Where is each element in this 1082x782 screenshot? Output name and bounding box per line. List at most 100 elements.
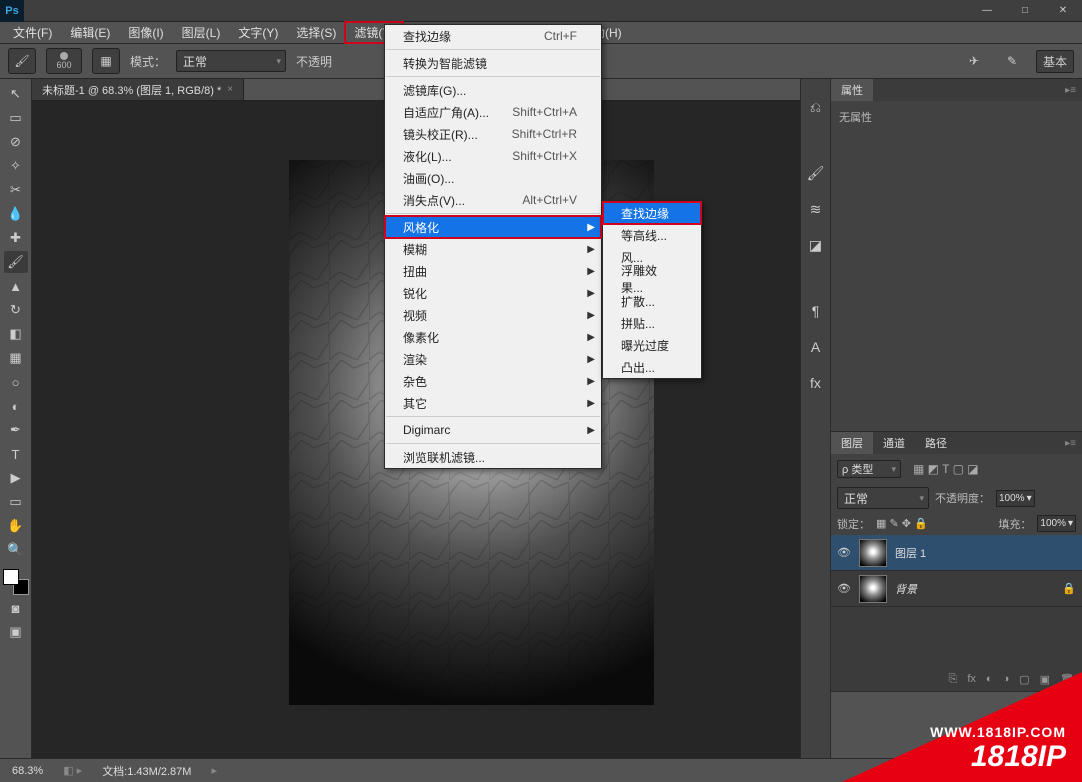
- brush-preset-picker[interactable]: 600: [46, 48, 82, 74]
- eyedropper-tool-icon[interactable]: 💧: [4, 203, 28, 225]
- shape-tool-icon[interactable]: ▭: [4, 491, 28, 513]
- filter-gallery[interactable]: 滤镜库(G)...: [385, 79, 601, 101]
- history-panel-icon[interactable]: ⎌: [806, 97, 826, 117]
- filter-distort[interactable]: 扭曲▶: [385, 260, 601, 282]
- layer-item-bg[interactable]: 👁 背景 🔒: [831, 571, 1082, 607]
- move-tool-icon[interactable]: ↖: [4, 83, 28, 105]
- ps-logo-icon: Ps: [0, 0, 24, 22]
- brush-settings-panel-icon[interactable]: ≋: [806, 199, 826, 219]
- tab-properties[interactable]: 属性: [831, 79, 873, 101]
- hand-tool-icon[interactable]: ✋: [4, 515, 28, 537]
- document-tab[interactable]: 未标题-1 @ 68.3% (图层 1, RGB/8) * ×: [32, 79, 244, 100]
- filter-liquify[interactable]: 液化(L)...Shift+Ctrl+X: [385, 145, 601, 167]
- layer-filter-select[interactable]: ρ 类型: [837, 460, 901, 478]
- filter-pixelate[interactable]: 像素化▶: [385, 326, 601, 348]
- menu-image[interactable]: 图像(I): [119, 22, 172, 43]
- zoom-value[interactable]: 68.3%: [12, 765, 43, 777]
- filter-oil[interactable]: 油画(O)...: [385, 167, 601, 189]
- lock-icon: 🔒: [1062, 582, 1076, 595]
- menu-edit[interactable]: 编辑(E): [61, 22, 119, 43]
- tab-layers[interactable]: 图层: [831, 432, 873, 454]
- stylize-diffuse[interactable]: 扩散...: [603, 290, 701, 312]
- filter-smart[interactable]: 转换为智能滤镜: [385, 52, 601, 74]
- screenmode-icon[interactable]: ▣: [4, 621, 28, 643]
- close-tab-icon[interactable]: ×: [227, 84, 233, 95]
- menu-file[interactable]: 文件(F): [4, 22, 61, 43]
- filter-lens[interactable]: 镜头校正(R)...Shift+Ctrl+R: [385, 123, 601, 145]
- tab-paths[interactable]: 路径: [915, 432, 957, 454]
- maximize-button[interactable]: □: [1006, 1, 1044, 21]
- brush-tool-icon-side[interactable]: 🖌: [4, 251, 28, 273]
- status-icons[interactable]: ◧ ▸: [63, 764, 82, 777]
- panel-menu-icon[interactable]: ▸≡: [1059, 438, 1082, 449]
- layer-blend-select[interactable]: 正常: [837, 487, 929, 509]
- gradient-tool-icon[interactable]: ▦: [4, 347, 28, 369]
- filter-video[interactable]: 视频▶: [385, 304, 601, 326]
- styles-panel-icon[interactable]: fx: [806, 373, 826, 393]
- menu-select[interactable]: 选择(S): [287, 22, 345, 43]
- visibility-icon[interactable]: 👁: [837, 582, 851, 595]
- filter-noise[interactable]: 杂色▶: [385, 370, 601, 392]
- close-button[interactable]: ✕: [1044, 1, 1082, 21]
- airbrush-icon[interactable]: ✈: [960, 48, 988, 74]
- workspace-switcher[interactable]: 基本: [1036, 50, 1074, 73]
- layer-thumb: [859, 575, 887, 603]
- stylize-emboss[interactable]: 浮雕效果...: [603, 268, 701, 290]
- marquee-tool-icon[interactable]: ▭: [4, 107, 28, 129]
- filter-other[interactable]: 其它▶: [385, 392, 601, 414]
- pen-tool-icon[interactable]: ✒: [4, 419, 28, 441]
- type-tool-icon[interactable]: T: [4, 443, 28, 465]
- filter-vanish[interactable]: 消失点(V)...Alt+Ctrl+V: [385, 189, 601, 211]
- zoom-tool-icon[interactable]: 🔍: [4, 539, 28, 561]
- filter-adaptive[interactable]: 自适应广角(A)...Shift+Ctrl+A: [385, 101, 601, 123]
- filter-render[interactable]: 渲染▶: [385, 348, 601, 370]
- filter-browse[interactable]: 浏览联机滤镜...: [385, 446, 601, 468]
- filter-last[interactable]: 查找边缘Ctrl+F: [385, 25, 601, 47]
- layer-opacity-input[interactable]: 100%▾: [996, 490, 1035, 507]
- paragraph-panel-icon[interactable]: ¶: [806, 301, 826, 321]
- stylize-extrude[interactable]: 凸出...: [603, 356, 701, 378]
- filter-icons[interactable]: ▦ ◩ T ▢ ◪: [907, 459, 985, 479]
- menu-layer[interactable]: 图层(L): [173, 22, 230, 43]
- layer-fill-input[interactable]: 100%▾: [1037, 515, 1076, 532]
- tab-channels[interactable]: 通道: [873, 432, 915, 454]
- panel-menu-icon[interactable]: ▸≡: [1059, 85, 1082, 96]
- visibility-icon[interactable]: 👁: [837, 546, 851, 559]
- filter-digimarc[interactable]: Digimarc▶: [385, 419, 601, 441]
- lock-icons[interactable]: ▦ ✎ ✥ 🔒: [876, 517, 928, 530]
- doc-size[interactable]: 文档:1.43M/2.87M: [102, 763, 191, 779]
- stylize-solarize[interactable]: 曝光过度: [603, 334, 701, 356]
- filter-blur[interactable]: 模糊▶: [385, 238, 601, 260]
- eraser-tool-icon[interactable]: ◧: [4, 323, 28, 345]
- tablet-pressure-icon[interactable]: ✎: [998, 48, 1026, 74]
- crop-tool-icon[interactable]: ✂: [4, 179, 28, 201]
- brush-tool-icon[interactable]: 🖌: [8, 48, 36, 74]
- stamp-tool-icon[interactable]: ▲: [4, 275, 28, 297]
- blur-tool-icon[interactable]: ○: [4, 371, 28, 393]
- menu-type[interactable]: 文字(Y): [229, 22, 287, 43]
- blend-mode-select[interactable]: 正常: [176, 50, 286, 72]
- brush-presets-panel-icon[interactable]: 🖌: [806, 163, 826, 183]
- magic-wand-tool-icon[interactable]: ✧: [4, 155, 28, 177]
- status-arrow-icon[interactable]: ▸: [211, 764, 217, 777]
- minimize-button[interactable]: —: [968, 1, 1006, 21]
- lasso-tool-icon[interactable]: ⊘: [4, 131, 28, 153]
- filter-sharpen[interactable]: 锐化▶: [385, 282, 601, 304]
- layer-item-1[interactable]: 👁 图层 1: [831, 535, 1082, 571]
- stylize-tiles[interactable]: 拼贴...: [603, 312, 701, 334]
- history-brush-tool-icon[interactable]: ↻: [4, 299, 28, 321]
- brush-panel-toggle-icon[interactable]: ▦: [92, 48, 120, 74]
- color-swatches[interactable]: [3, 569, 29, 595]
- stylize-contours[interactable]: 等高线...: [603, 224, 701, 246]
- filter-stylize[interactable]: 风格化▶: [385, 216, 601, 238]
- stylize-submenu: 查找边缘 等高线... 风... 浮雕效果... 扩散... 拼贴... 曝光过…: [602, 201, 702, 379]
- clone-source-panel-icon[interactable]: ◪: [806, 235, 826, 255]
- healing-tool-icon[interactable]: ✚: [4, 227, 28, 249]
- stylize-find-edges[interactable]: 查找边缘: [603, 202, 701, 224]
- character-panel-icon[interactable]: A: [806, 337, 826, 357]
- properties-panel: 属性▸≡ 无属性: [831, 79, 1082, 432]
- path-select-tool-icon[interactable]: ▶: [4, 467, 28, 489]
- quickmask-icon[interactable]: ◙: [4, 597, 28, 619]
- mode-label: 模式：: [130, 53, 166, 70]
- dodge-tool-icon[interactable]: ◐: [4, 395, 28, 417]
